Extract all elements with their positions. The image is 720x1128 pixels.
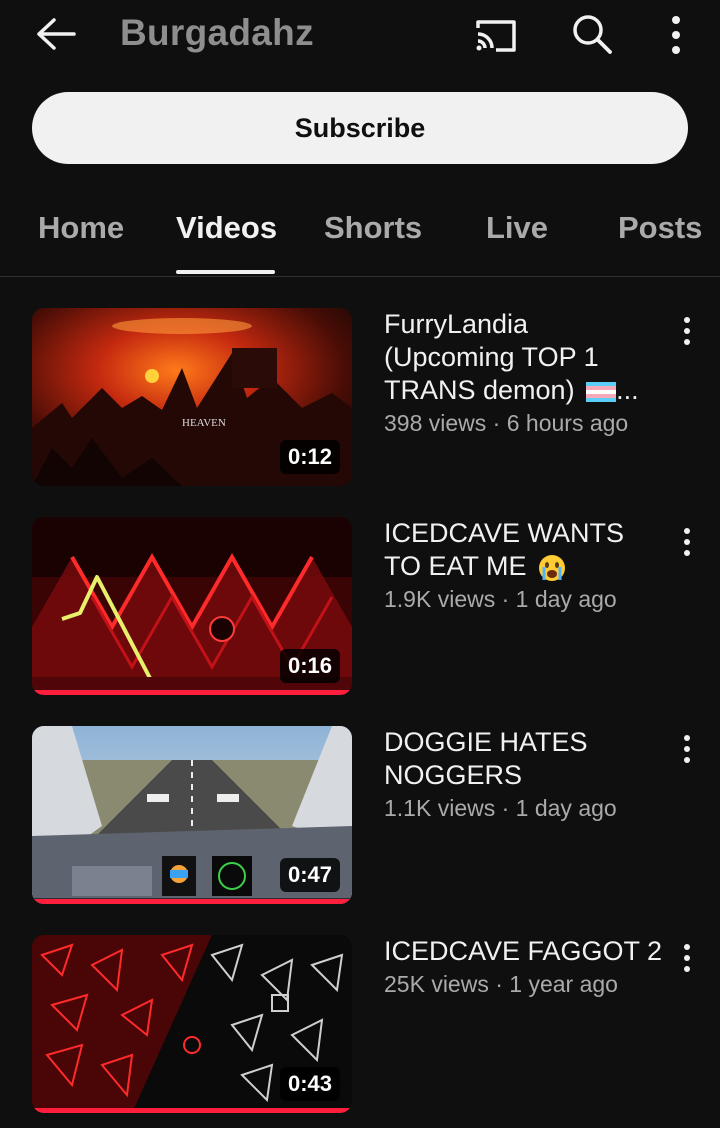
meta-separator: ·	[495, 795, 516, 821]
video-meta: 1.9K views · 1 day ago	[384, 583, 664, 615]
channel-tabs: Home Videos Shorts Live Posts	[0, 196, 720, 277]
video-thumbnail[interactable]: 0:47	[32, 726, 352, 904]
video-thumbnail[interactable]: 0:43	[32, 935, 352, 1113]
video-title: DOGGIE HATES NOGGERS 1.1K views · 1 day …	[384, 726, 664, 824]
watch-progress-bar	[32, 690, 352, 695]
more-vertical-icon[interactable]	[666, 14, 686, 56]
video-duration: 0:12	[279, 440, 340, 474]
tab-videos[interactable]: Videos	[176, 210, 277, 246]
trans-flag-icon	[586, 381, 617, 402]
channel-title: Burgadahz	[120, 12, 314, 53]
upload-age: 1 day ago	[515, 795, 617, 821]
video-thumbnail[interactable]: HEAVEN 0:12	[32, 308, 352, 486]
watch-progress-bar	[32, 1108, 352, 1113]
video-title-text: ICEDCAVE FAGGOT 2	[384, 936, 663, 966]
video-duration: 0:47	[279, 858, 340, 892]
back-arrow-icon[interactable]	[34, 16, 78, 52]
video-title-text: FurryLandia (Upcoming TOP 1 TRANS demon)	[384, 309, 599, 405]
cast-icon[interactable]	[472, 16, 520, 54]
video-meta: 25K views · 1 year ago	[384, 968, 664, 1000]
subscribe-button[interactable]: Subscribe	[32, 92, 688, 164]
video-item[interactable]: 0:47 DOGGIE HATES NOGGERS 1.1K views · 1…	[0, 726, 720, 906]
top-app-bar: Burgadahz	[0, 0, 720, 72]
video-thumbnail[interactable]: 0:16	[32, 517, 352, 695]
video-more-icon[interactable]	[680, 734, 694, 764]
video-more-icon[interactable]	[680, 316, 694, 346]
video-meta: 398 views · 6 hours ago	[384, 407, 664, 439]
view-count: 1.1K views	[384, 795, 496, 821]
video-title: ICEDCAVE WANTS TO EAT ME 1.9K views · 1 …	[384, 517, 664, 615]
svg-text:HEAVEN: HEAVEN	[182, 417, 226, 429]
view-count: 1.9K views	[384, 586, 496, 612]
video-more-icon[interactable]	[680, 527, 694, 557]
video-meta: 1.1K views · 1 day ago	[384, 792, 664, 824]
video-title-text: ICEDCAVE WANTS TO EAT ME	[384, 518, 625, 581]
view-count: 398 views	[384, 410, 487, 436]
tab-live[interactable]: Live	[486, 210, 548, 246]
video-item[interactable]: 0:16 ICEDCAVE WANTS TO EAT ME 1.9K views…	[0, 517, 720, 697]
video-title: ICEDCAVE FAGGOT 2 25K views · 1 year ago	[384, 935, 664, 1000]
meta-separator: ·	[495, 586, 516, 612]
tab-shorts[interactable]: Shorts	[324, 210, 422, 246]
video-title-text: DOGGIE HATES NOGGERS	[384, 727, 588, 790]
tab-home[interactable]: Home	[38, 210, 124, 246]
meta-separator: ·	[486, 410, 507, 436]
video-item[interactable]: HEAVEN 0:12 FurryLandia (Upcoming TOP 1 …	[0, 308, 720, 488]
video-item[interactable]: 0:43 ICEDCAVE FAGGOT 2 25K views · 1 yea…	[0, 935, 720, 1115]
meta-separator: ·	[488, 971, 510, 997]
title-ellipsis: ...	[616, 375, 639, 405]
search-icon[interactable]	[570, 12, 614, 56]
view-count: 25K views	[384, 971, 489, 997]
video-title: FurryLandia (Upcoming TOP 1 TRANS demon)…	[384, 308, 664, 439]
upload-age: 1 year ago	[509, 971, 618, 997]
video-duration: 0:16	[279, 649, 340, 683]
upload-age: 6 hours ago	[506, 410, 629, 436]
video-more-icon[interactable]	[680, 943, 694, 973]
video-duration: 0:43	[279, 1067, 340, 1101]
upload-age: 1 day ago	[515, 586, 617, 612]
active-tab-indicator	[176, 270, 275, 274]
watch-progress-bar	[32, 899, 352, 904]
crying-face-emoji-icon	[539, 554, 566, 581]
tab-posts[interactable]: Posts	[618, 210, 702, 246]
